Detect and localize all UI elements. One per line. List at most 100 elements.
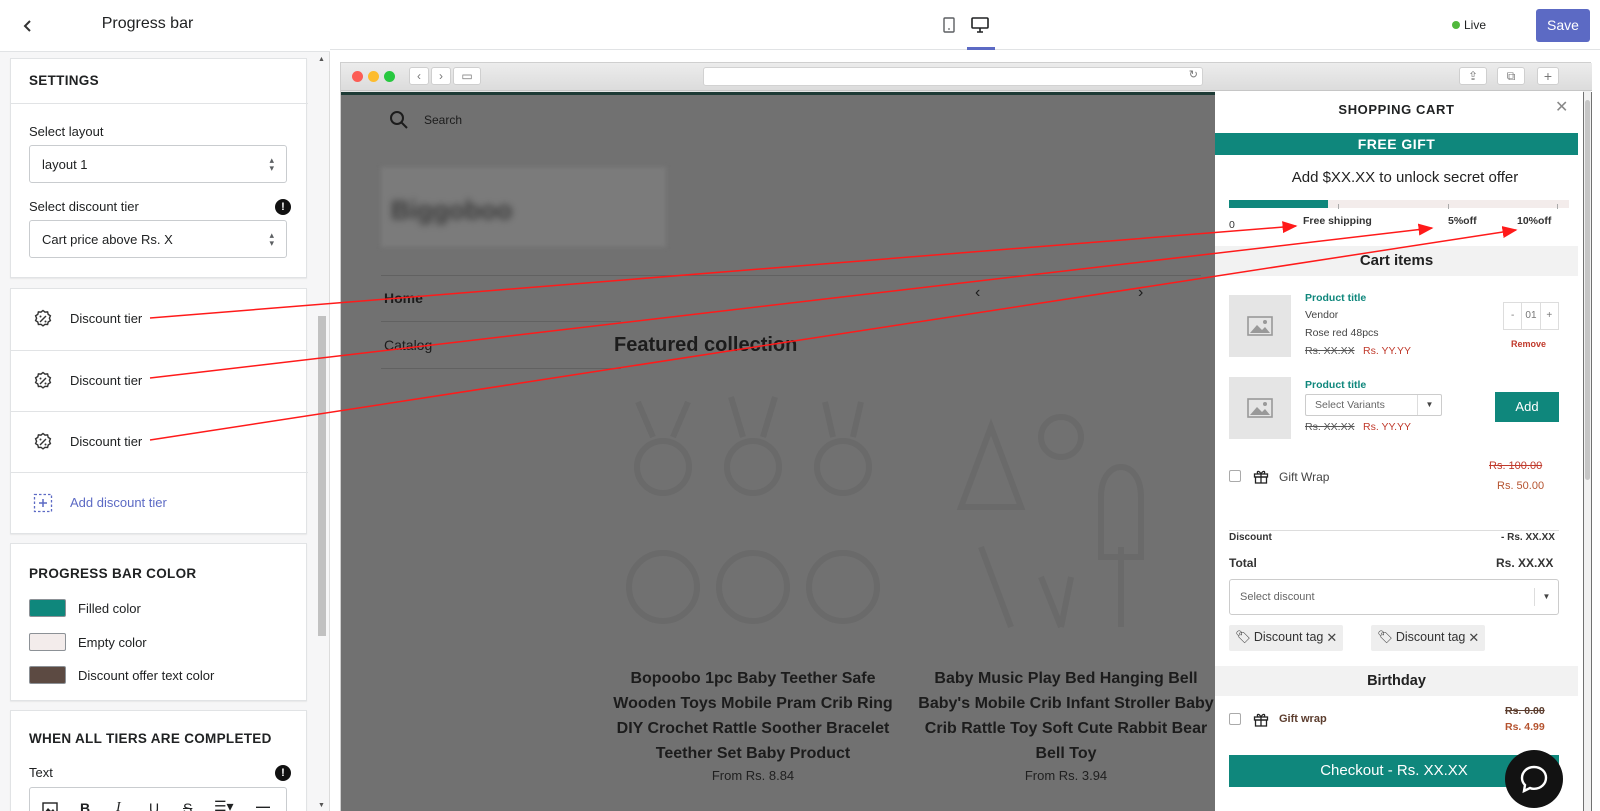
discount-badge-icon [34, 371, 52, 389]
compare-price: Rs. XX.XX [1305, 421, 1355, 433]
product-name[interactable]: Baby Music Play Bed Hanging Bell Baby's … [916, 666, 1216, 766]
address-bar[interactable]: ↻ [703, 67, 1203, 86]
new-tab-icon[interactable]: + [1537, 67, 1559, 85]
mobile-view-button[interactable] [936, 12, 962, 38]
maximize-window-icon[interactable] [384, 71, 395, 82]
total-value: Rs. XX.XX [1496, 556, 1554, 570]
mobile-icon [943, 17, 955, 33]
progress-bar-color-card: PROGRESS BAR COLOR Filled color Empty co… [10, 543, 307, 701]
scrollbar-thumb[interactable] [318, 316, 326, 636]
discount-tier-item[interactable]: Discount tier [11, 289, 308, 349]
sidebar-toggle-icon[interactable]: ▭ [453, 67, 481, 85]
quantity-stepper: - 01 + [1503, 302, 1559, 330]
product-title[interactable]: Product title [1305, 379, 1366, 391]
save-button[interactable]: Save [1536, 9, 1590, 42]
remove-tag-icon[interactable]: ✕ [1326, 630, 1337, 651]
store-search-label[interactable]: Search [424, 113, 462, 127]
progress-bar-track [1229, 200, 1569, 208]
variant-select-placeholder: Select Variants [1315, 399, 1385, 411]
gift-wrap-compare-price: Rs. 100.00 [1489, 460, 1543, 472]
desktop-icon [971, 17, 989, 33]
minimize-window-icon[interactable] [368, 71, 379, 82]
info-icon[interactable]: ! [275, 765, 291, 781]
product-title[interactable]: Product title [1305, 292, 1366, 304]
birthday-gift-compare-price: Rs. 0.00 [1505, 705, 1545, 717]
add-discount-tier-button[interactable]: Add discount tier [11, 472, 308, 532]
discount-badge-icon [34, 309, 52, 327]
horizontal-rule-icon[interactable]: — [256, 798, 270, 811]
filled-color-swatch[interactable] [29, 599, 66, 617]
close-icon[interactable]: ✕ [1555, 97, 1568, 117]
product-image[interactable] [921, 377, 1201, 637]
discount-tier-item[interactable]: Discount tier [11, 350, 308, 410]
variant-select[interactable]: Select Variants ▼ [1305, 394, 1442, 416]
bold-icon[interactable]: B [80, 800, 90, 811]
share-icon[interactable]: ⇪ [1459, 67, 1487, 85]
divider [381, 321, 621, 322]
select-arrows-icon: ▴ ▾ [269, 230, 274, 248]
quantity-decrease-button[interactable]: - [1504, 303, 1521, 329]
app-root: Progress bar SETTINGS Select layout layo… [0, 0, 1600, 811]
scroll-down-icon[interactable]: ▼ [318, 802, 325, 809]
close-window-icon[interactable] [352, 71, 363, 82]
empty-color-swatch[interactable] [29, 633, 66, 651]
product-thumbnail [1229, 377, 1291, 439]
reload-icon[interactable]: ↻ [1189, 68, 1198, 81]
align-icon[interactable]: ☰▾ [214, 798, 234, 811]
progress-tick [1338, 204, 1339, 209]
desktop-view-button[interactable] [967, 12, 993, 38]
nav-catalog-link[interactable]: Catalog [384, 337, 432, 353]
birthday-gift-label: Gift wrap [1279, 713, 1327, 725]
chevron-down-icon: ▼ [1417, 395, 1441, 415]
underline-icon[interactable]: U [149, 800, 159, 811]
filled-color-label: Filled color [78, 601, 141, 616]
product-variant: Rose red 48pcs [1305, 327, 1379, 339]
image-icon[interactable] [42, 802, 58, 811]
discount-tag-label: Discount tag [1395, 630, 1466, 644]
discount-value: - Rs. XX.XX [1501, 532, 1555, 543]
browser-back-icon[interactable]: ‹ [409, 67, 429, 85]
birthday-gift-checkbox[interactable] [1229, 713, 1241, 725]
italic-icon[interactable]: I [116, 800, 121, 811]
completed-card: WHEN ALL TIERS ARE COMPLETED Text ! B I … [10, 710, 307, 811]
carousel-prev-icon[interactable]: ‹ [975, 284, 980, 302]
discount-tag-chip: 🏷 Discount tag ✕ [1371, 625, 1486, 651]
remove-tag-icon[interactable]: ✕ [1468, 630, 1479, 651]
milestone-label: 0 [1229, 219, 1235, 231]
remove-link[interactable]: Remove [1511, 339, 1546, 349]
cart-title: SHOPPING CART [1338, 102, 1455, 117]
cart-scrollbar-thumb[interactable] [1585, 100, 1590, 480]
empty-color-label: Empty color [78, 635, 147, 650]
tiers-card: Discount tier Discount tier Discount tie… [10, 288, 308, 534]
discount-badge-icon [34, 432, 52, 450]
gift-icon [1253, 713, 1269, 727]
discount-tier-item[interactable]: Discount tier [11, 411, 308, 471]
strikethrough-icon[interactable]: S [183, 800, 192, 811]
nav-home-link[interactable]: Home [384, 290, 423, 306]
browser-forward-icon[interactable]: › [431, 67, 451, 85]
chat-button[interactable] [1505, 750, 1563, 808]
info-icon[interactable]: ! [275, 199, 291, 215]
layout-label: Select layout [29, 124, 104, 139]
discount-select[interactable]: Select discount ▼ [1229, 579, 1559, 615]
gift-wrap-checkbox[interactable] [1229, 470, 1241, 482]
quantity-input[interactable]: 01 [1521, 303, 1539, 329]
scroll-up-icon[interactable]: ▲ [318, 56, 325, 63]
sidebar-scrollbar[interactable]: ▲ ▼ [316, 54, 328, 811]
tabs-icon[interactable]: ⧉ [1497, 67, 1525, 85]
layout-select[interactable]: layout 1 ▴ ▾ [29, 145, 287, 183]
discount-tier-select[interactable]: Cart price above Rs. X ▴ ▾ [29, 220, 287, 258]
gift-icon [1253, 470, 1269, 484]
text-label: Text [29, 765, 53, 780]
gift-wrap-price: Rs. 50.00 [1497, 480, 1545, 492]
product-image[interactable] [613, 377, 893, 637]
milestone-label: Free shipping [1303, 215, 1372, 227]
unlock-message: Add $XX.XX to unlock secret offer [1291, 169, 1519, 186]
quantity-increase-button[interactable]: + [1539, 303, 1558, 329]
carousel-next-icon[interactable]: › [1138, 284, 1143, 302]
add-to-cart-button[interactable]: Add [1495, 392, 1559, 422]
offer-text-color-swatch[interactable] [29, 666, 66, 684]
search-icon[interactable] [389, 110, 409, 130]
sale-price: Rs. YY.YY [1363, 421, 1412, 433]
product-name[interactable]: Bopoobo 1pc Baby Teether Safe Wooden Toy… [608, 666, 898, 766]
